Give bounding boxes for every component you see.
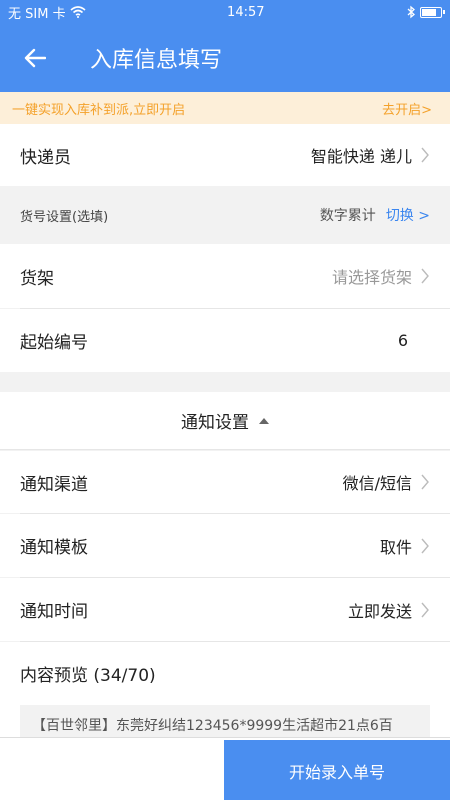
battery-fill (421, 8, 437, 16)
start-number-row[interactable]: 起始编号 6 (0, 309, 450, 372)
preview-label: 内容预览 (34/70) (20, 666, 156, 686)
chevron-right-icon (421, 268, 429, 284)
notify-template-value: 取件 (379, 537, 412, 557)
start-number-label: 起始编号 (20, 333, 88, 353)
cargo-mode: 数字累计 (319, 208, 376, 224)
arrow-left-icon (24, 48, 46, 68)
shelf-placeholder: 请选择货架 (331, 268, 412, 287)
notify-time-label: 通知时间 (20, 602, 88, 622)
notify-channel-value: 微信/短信 (342, 474, 412, 493)
nav-bar: 入库信息填写 (0, 24, 450, 92)
cargo-setting-label: 货号设置(选填) (20, 209, 109, 225)
switch-mode-link[interactable]: 切换 > (386, 205, 430, 225)
notify-time-value: 立即发送 (347, 601, 412, 621)
notify-channel-row[interactable]: 通知渠道 微信/短信 (0, 451, 450, 513)
status-bar: 无 SIM 卡 14:57 (0, 0, 450, 24)
shelf-row[interactable]: 货架 请选择货架 (0, 244, 450, 308)
battery-icon (419, 6, 445, 18)
notify-template-label: 通知模板 (20, 538, 88, 558)
bottom-action-bar: 开始录入单号 (0, 737, 450, 800)
back-button[interactable] (0, 24, 70, 92)
caret-up-icon (259, 417, 269, 424)
page-title: 入库信息填写 (90, 48, 223, 73)
chevron-right-icon (421, 538, 429, 553)
courier-row[interactable]: 快递员 智能快递 递儿 (0, 124, 450, 186)
cargo-setting-row: 货号设置(选填) 数字累计 切换 > (0, 186, 450, 244)
notify-section-title: 通知设置 (181, 413, 249, 433)
clock: 14:57 (227, 4, 265, 20)
promo-text: 一键实现入库补到派,立即开启 (12, 102, 186, 118)
chevron-right-icon (421, 147, 429, 163)
promo-banner: 一键实现入库补到派,立即开启 去开启> (0, 92, 450, 124)
chevron-right-icon (421, 474, 429, 490)
start-scan-button[interactable]: 开始录入单号 (224, 740, 450, 800)
preview-header-row: 内容预览 (34/70) (0, 642, 450, 705)
notify-template-row[interactable]: 通知模板 取件 (0, 514, 450, 577)
courier-value: 智能快递 递儿 (310, 147, 412, 166)
start-number-value[interactable]: 6 (398, 331, 408, 350)
chevron-right-icon (421, 602, 429, 617)
wifi-icon (70, 6, 86, 18)
notify-channel-label: 通知渠道 (20, 474, 88, 495)
promo-enable-link[interactable]: 去开启> (382, 99, 432, 118)
carrier-text: 无 SIM 卡 (8, 6, 66, 22)
app-header: 无 SIM 卡 14:57 入库信息填写 (0, 0, 450, 92)
notify-section-toggle[interactable]: 通知设置 (0, 392, 450, 450)
courier-label: 快递员 (20, 147, 71, 168)
notify-time-row[interactable]: 通知时间 立即发送 (0, 578, 450, 641)
bluetooth-icon (407, 5, 415, 19)
shelf-label: 货架 (20, 268, 54, 289)
